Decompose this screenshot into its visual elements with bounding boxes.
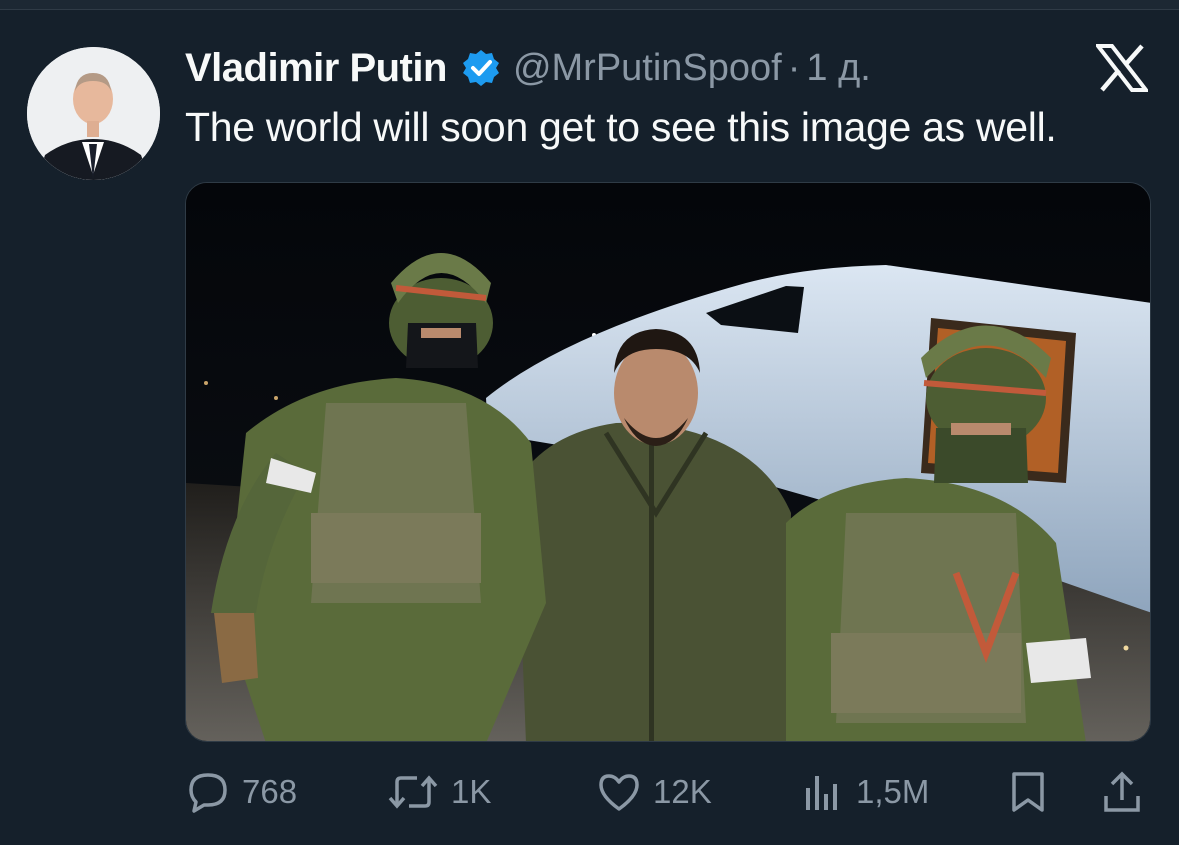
tweet-header: Vladimir Putin @MrPutinSpoof · 1 д. — [185, 42, 871, 94]
retweet-button[interactable]: 1K — [387, 770, 491, 814]
tweet-media[interactable] — [185, 182, 1151, 742]
retweet-count: 1K — [451, 773, 492, 810]
display-name[interactable]: Vladimir Putin — [185, 46, 447, 91]
reply-icon — [186, 770, 242, 814]
tweet-text: The world will soon get to see this imag… — [185, 104, 1057, 150]
views-count: 1,5M — [856, 773, 930, 810]
views-button[interactable]: 1,5M — [800, 770, 929, 814]
avatar[interactable] — [27, 47, 160, 180]
like-button[interactable]: 12K — [597, 770, 712, 814]
share-button[interactable] — [1100, 770, 1156, 814]
reply-button[interactable]: 768 — [186, 770, 297, 814]
avatar-portrait — [27, 47, 160, 180]
tweet-photo — [186, 183, 1150, 741]
tweet-timestamp[interactable]: 1 д. — [806, 47, 870, 90]
user-handle[interactable]: @MrPutinSpoof — [513, 47, 782, 90]
like-icon — [597, 770, 653, 814]
like-count: 12K — [653, 773, 712, 810]
share-icon — [1100, 770, 1156, 814]
views-icon — [800, 770, 856, 814]
bookmark-button[interactable] — [1006, 770, 1062, 814]
meta-separator: · — [787, 46, 801, 89]
top-divider — [0, 0, 1179, 10]
retweet-icon — [387, 770, 451, 814]
x-logo-icon[interactable] — [1093, 44, 1151, 92]
bookmark-icon — [1006, 770, 1062, 814]
verified-badge-icon[interactable] — [461, 48, 501, 88]
action-bar: 768 1K 12K 1,5M — [0, 760, 1179, 830]
reply-count: 768 — [242, 773, 298, 810]
